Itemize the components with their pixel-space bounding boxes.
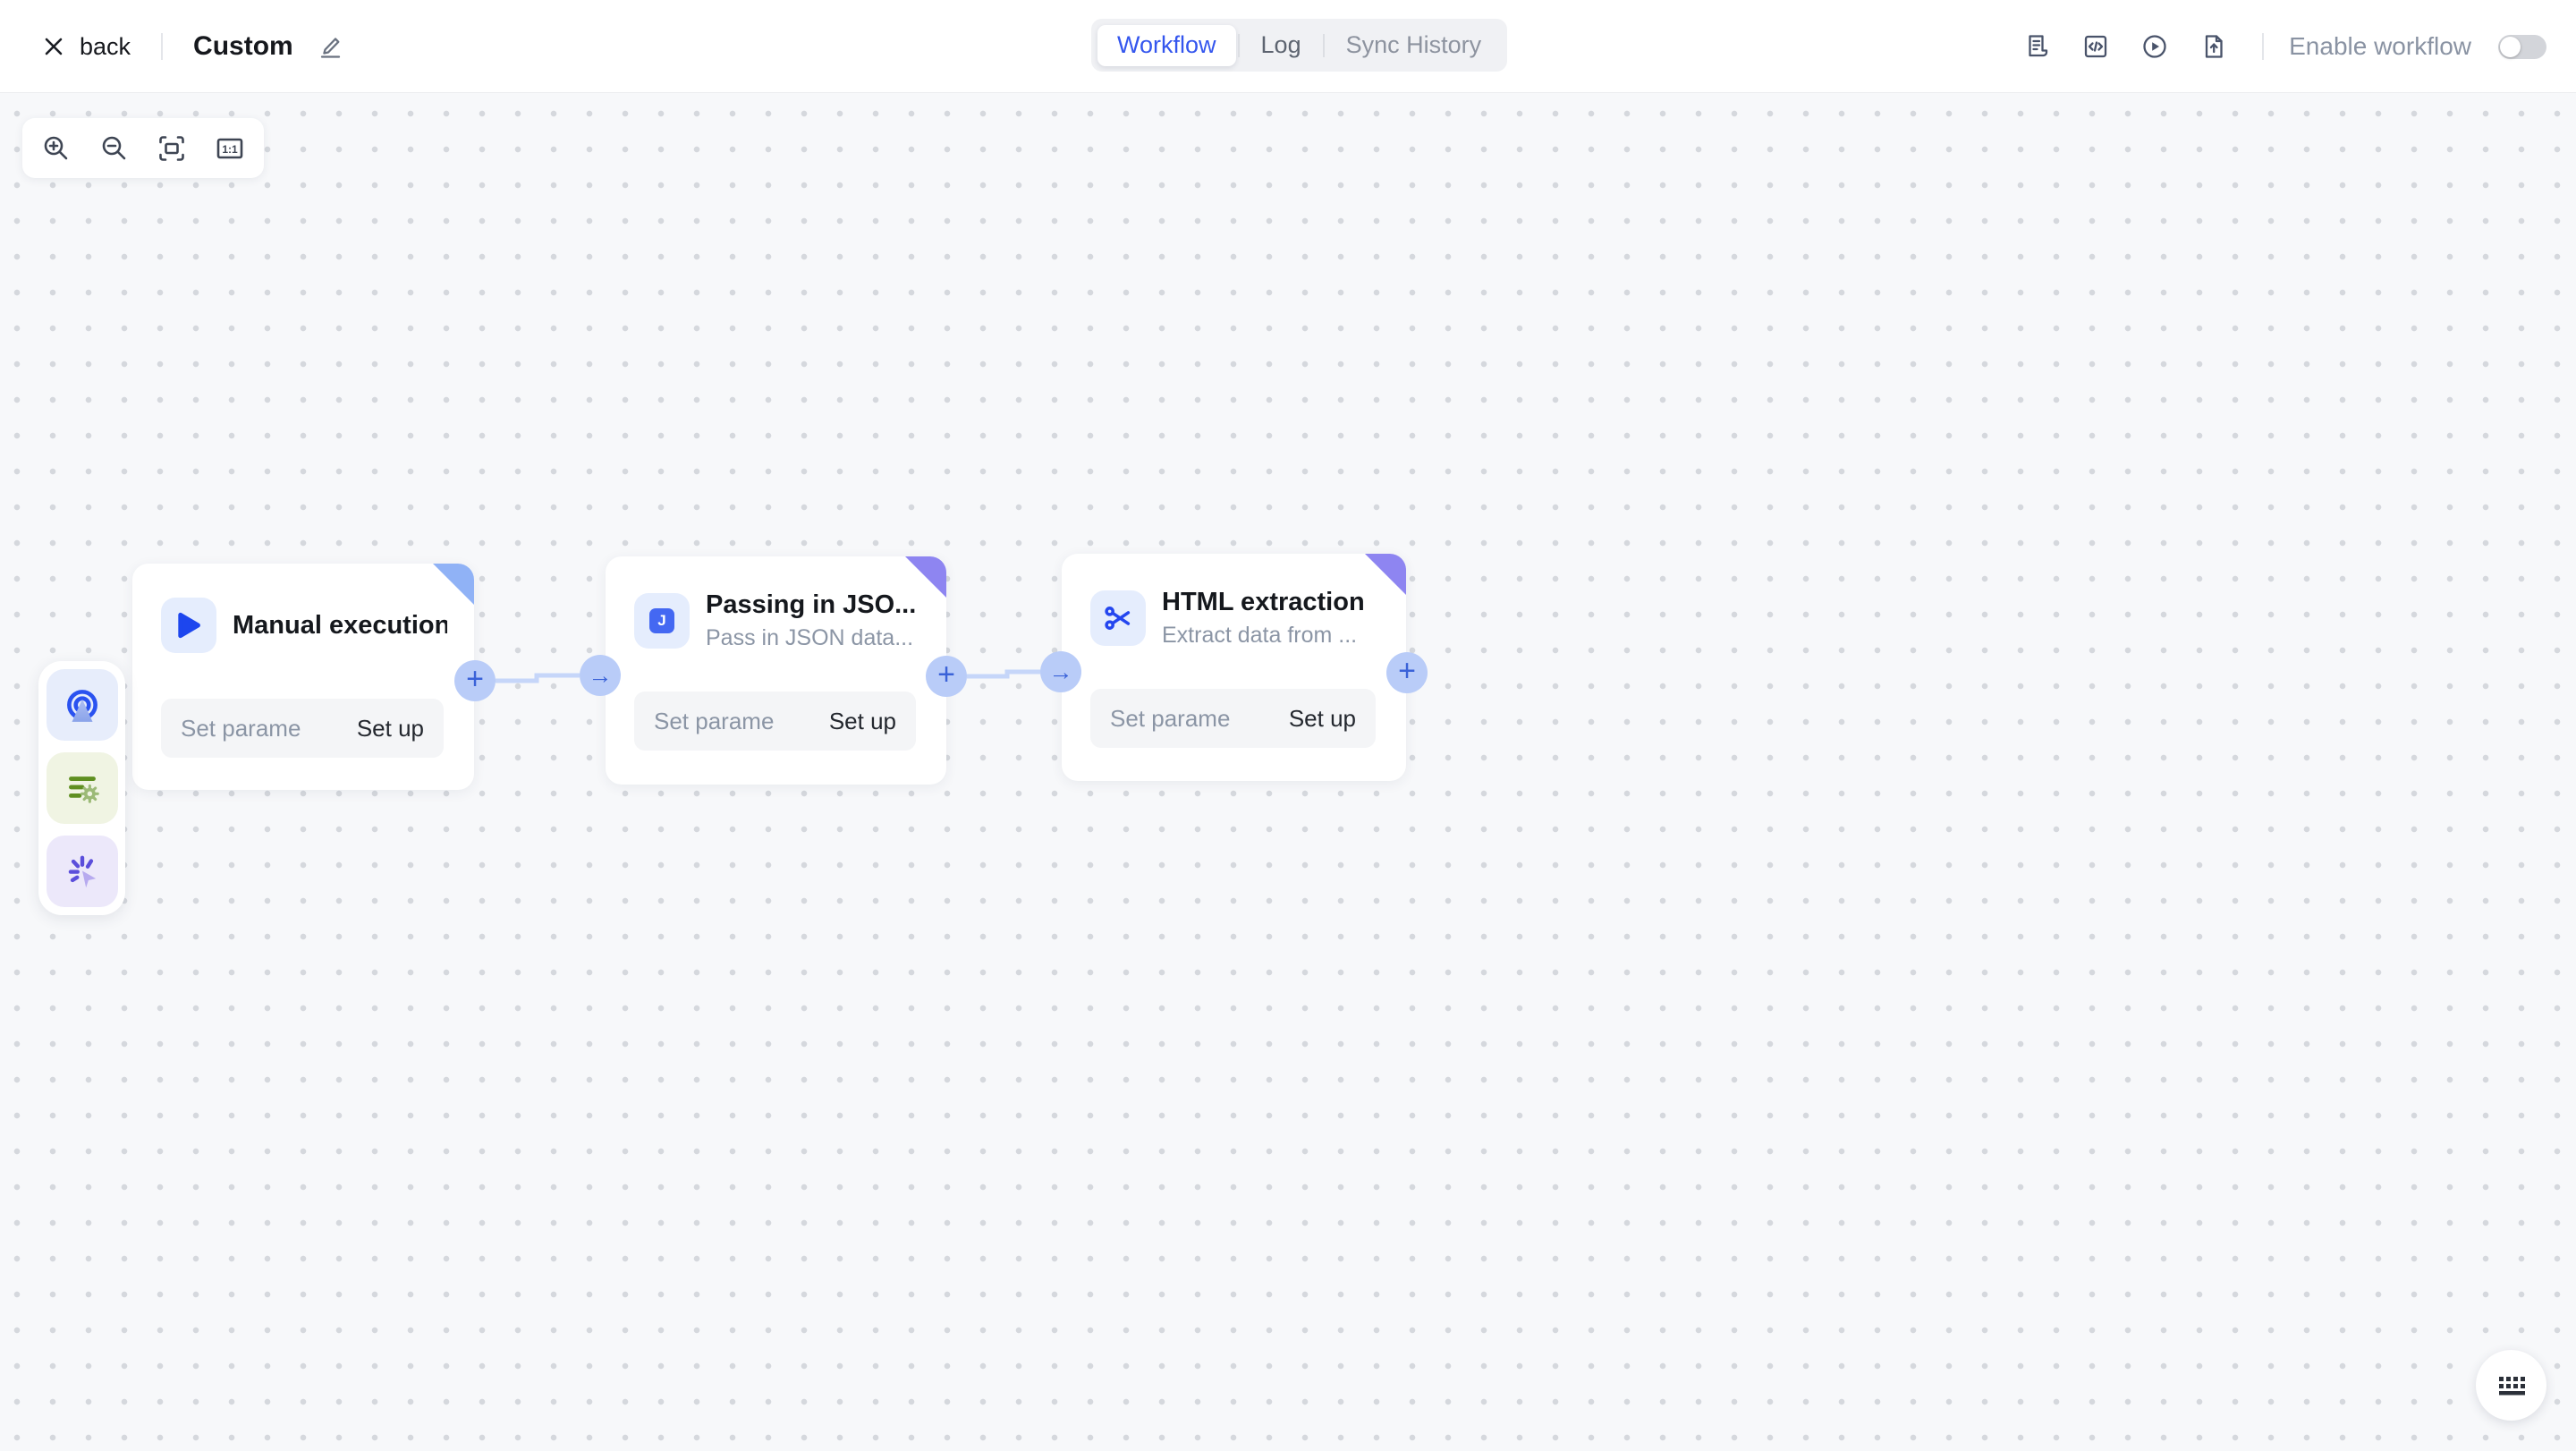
- fit-view-icon[interactable]: [152, 129, 191, 168]
- palette-item-trigger[interactable]: [46, 669, 118, 741]
- top-bar: back Custom Workflow Log Sync History En…: [0, 0, 2576, 93]
- node-title: HTML extraction: [1162, 588, 1365, 616]
- run-log-icon[interactable]: [2019, 29, 2055, 64]
- enable-workflow-toggle[interactable]: [2498, 34, 2546, 59]
- trigger-icon: [66, 690, 97, 722]
- edit-title-icon[interactable]: [315, 31, 345, 62]
- view-tabs: Workflow Log Sync History: [1091, 19, 1508, 72]
- node-header: J Passing in JSO... Pass in JSON data...: [634, 590, 919, 651]
- node-palette: [38, 661, 125, 915]
- node-manual-execution[interactable]: Manual execution Set parame Set up +: [132, 564, 496, 790]
- node-footer: Set parame Set up: [634, 692, 916, 751]
- keyboard-icon: [2498, 1376, 2525, 1395]
- input-port-arrow[interactable]: →: [1040, 651, 1081, 692]
- parameter-settings-icon: [68, 776, 99, 803]
- top-bar-actions: Enable workflow: [1996, 0, 2546, 93]
- keyboard-shortcuts-button[interactable]: [2476, 1350, 2546, 1421]
- tab-divider: [1237, 33, 1240, 57]
- actual-size-icon[interactable]: 1:1: [210, 129, 250, 168]
- tab-log[interactable]: Log: [1241, 25, 1321, 66]
- palette-item-parameter-settings[interactable]: [46, 752, 118, 824]
- divider: [161, 33, 164, 60]
- palette-item-manual-action[interactable]: [46, 836, 118, 907]
- code-view-icon[interactable]: [2078, 29, 2114, 64]
- node-footer: Set parame Set up: [161, 699, 444, 758]
- zoom-out-icon[interactable]: [95, 129, 134, 168]
- node-passing-in-json[interactable]: J Passing in JSO... Pass in JSON data...…: [580, 556, 967, 785]
- node-html-extraction[interactable]: HTML extraction Extract data from ... Se…: [1040, 554, 1428, 781]
- tab-sync-history[interactable]: Sync History: [1326, 25, 1502, 66]
- divider: [2262, 33, 2265, 60]
- connector-node1-node2: [496, 673, 580, 683]
- connector-node2-node3: [967, 669, 1040, 679]
- set-parameters-label: Set parame: [1110, 704, 1231, 732]
- scissors-icon: [1090, 590, 1146, 646]
- toggle-knob: [2500, 36, 2521, 57]
- set-up-button[interactable]: Set up: [1289, 705, 1356, 733]
- close-icon[interactable]: [38, 31, 69, 62]
- play-icon: [161, 598, 216, 653]
- node-title: Passing in JSO...: [706, 590, 917, 619]
- page-title: Custom: [193, 31, 293, 61]
- back-button[interactable]: back: [80, 33, 131, 61]
- test-run-icon[interactable]: [2137, 29, 2173, 64]
- node-subtitle: Extract data from ...: [1162, 623, 1358, 648]
- node-subtitle: Pass in JSON data...: [706, 625, 914, 650]
- input-port-arrow[interactable]: →: [580, 655, 621, 696]
- canvas-zoom-toolbar: 1:1: [22, 118, 264, 178]
- tab-workflow[interactable]: Workflow: [1097, 24, 1236, 66]
- enable-workflow-label: Enable workflow: [2289, 32, 2471, 60]
- tab-divider: [1322, 33, 1325, 57]
- set-up-button[interactable]: Set up: [829, 708, 896, 735]
- workflow-canvas[interactable]: 1:1 Manual execution Set parame Set up +…: [0, 93, 2576, 1451]
- json-letter: J: [649, 608, 674, 633]
- set-parameters-label: Set parame: [654, 707, 775, 734]
- node-header: HTML extraction Extract data from ...: [1090, 588, 1379, 649]
- set-parameters-label: Set parame: [181, 714, 301, 742]
- svg-text:1:1: 1:1: [222, 143, 238, 156]
- zoom-in-icon[interactable]: [37, 129, 76, 168]
- node-header: Manual execution: [161, 598, 447, 653]
- add-node-button[interactable]: +: [454, 660, 496, 701]
- json-icon: J: [634, 593, 690, 649]
- node-title: Manual execution: [233, 610, 447, 640]
- set-up-button[interactable]: Set up: [357, 715, 424, 742]
- top-bar-left: back Custom: [38, 0, 345, 93]
- workflow-editor: back Custom Workflow Log Sync History En…: [0, 0, 2576, 1451]
- add-node-button[interactable]: +: [926, 656, 967, 697]
- add-node-button[interactable]: +: [1386, 652, 1428, 693]
- manual-action-icon: [68, 855, 96, 888]
- node-footer: Set parame Set up: [1090, 689, 1376, 748]
- export-icon[interactable]: [2196, 29, 2232, 64]
